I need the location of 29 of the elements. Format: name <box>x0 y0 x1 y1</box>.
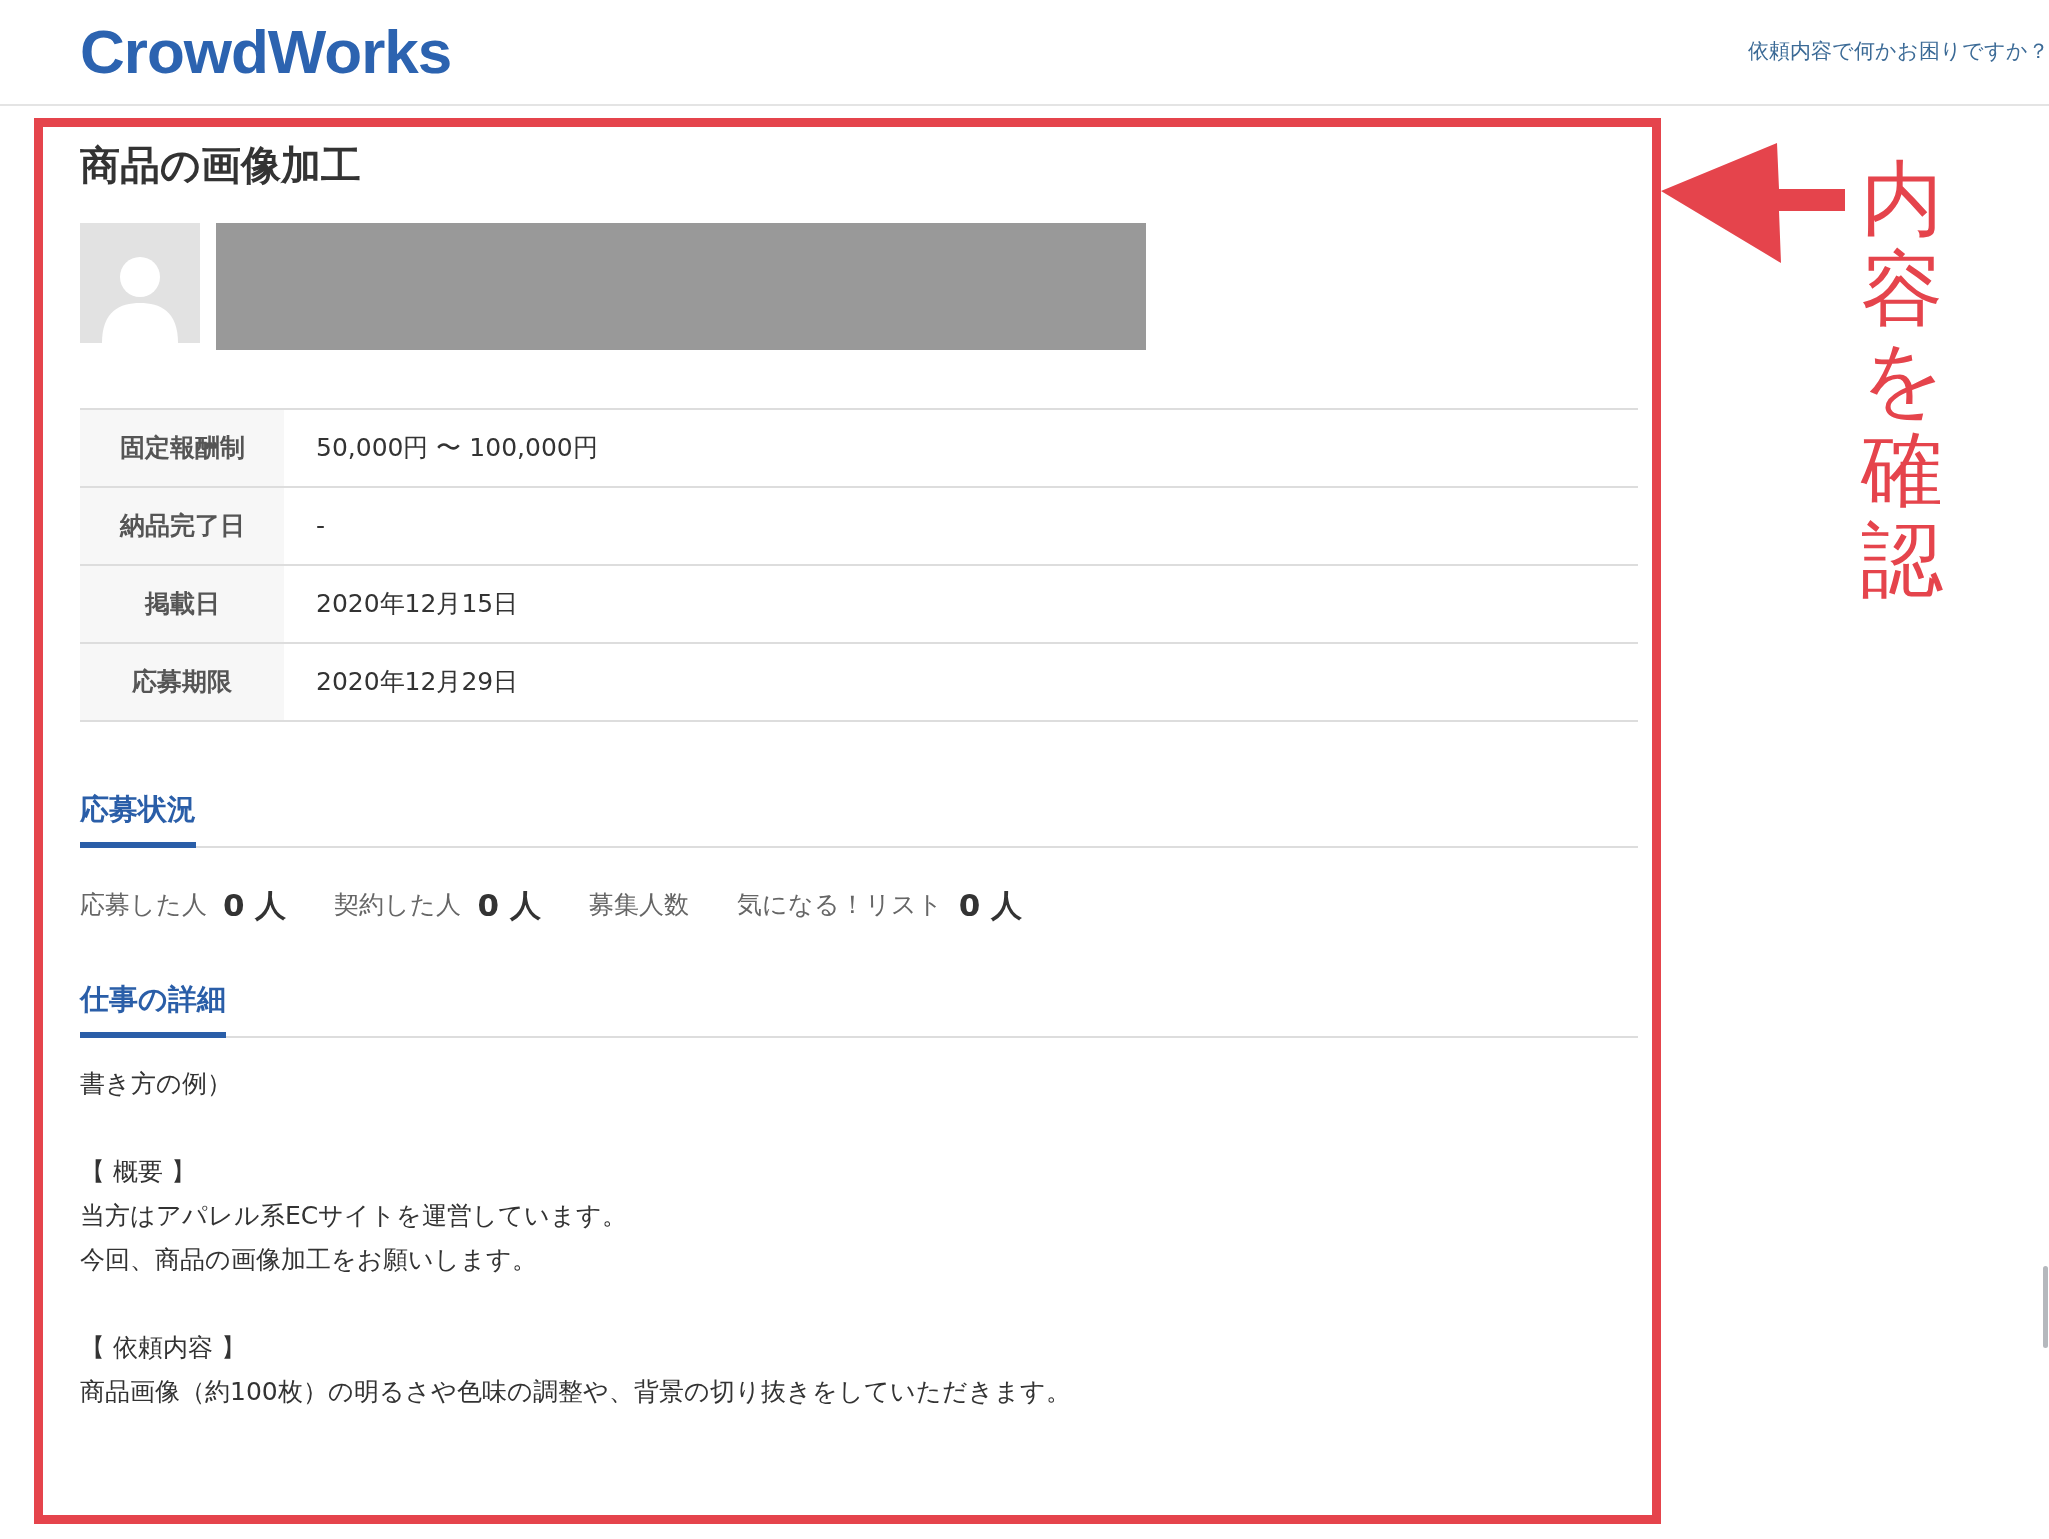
scrollbar-thumb[interactable] <box>2043 1266 2048 1348</box>
body-text: 書き方の例） <box>80 1067 233 1100</box>
section-heading: 仕事の詳細 <box>80 978 226 1038</box>
detail-value: 50,000円 〜 100,000円 <box>315 432 598 465</box>
stat-count: 0 人 <box>477 885 541 925</box>
detail-label: 掲載日 <box>80 566 284 642</box>
stat-count: 0 人 <box>958 885 1023 925</box>
stat-label: 募集人数 <box>588 889 689 921</box>
annotation-text: 内容を確認 <box>1861 154 1943 605</box>
detail-value: - <box>315 510 326 543</box>
stat-label: 契約した人 <box>334 889 462 921</box>
body-text: 今回、商品の画像加工をお願いします。 <box>80 1243 538 1276</box>
stat-label: 気になる！リスト <box>736 889 943 921</box>
detail-value: 2020年12月15日 <box>315 588 519 621</box>
detail-value: 2020年12月29日 <box>315 666 519 699</box>
body-text: 当方はアパレル系ECサイトを運営しています。 <box>80 1199 629 1232</box>
job-title: 商品の画像加工 <box>80 141 362 189</box>
detail-label: 納品完了日 <box>80 488 284 564</box>
help-link[interactable]: 依頼内容で何かお困りですか？ <box>1748 36 2049 68</box>
avatar-icon <box>80 223 200 343</box>
detail-label: 応募期限 <box>80 644 284 720</box>
body-text: 商品画像（約100枚）の明るさや色味の調整や、背景の切り抜きをしていただきます。 <box>80 1375 1072 1408</box>
logo[interactable]: CrowdWorks <box>80 21 452 83</box>
body-text: 【 依頼内容 】 <box>80 1331 247 1364</box>
body-text: 【 概要 】 <box>80 1155 197 1188</box>
detail-label: 固定報酬制 <box>80 410 284 486</box>
section-heading: 応募状況 <box>80 788 196 848</box>
stat-label: 応募した人 <box>80 889 207 921</box>
stat-count: 0 人 <box>223 885 287 925</box>
